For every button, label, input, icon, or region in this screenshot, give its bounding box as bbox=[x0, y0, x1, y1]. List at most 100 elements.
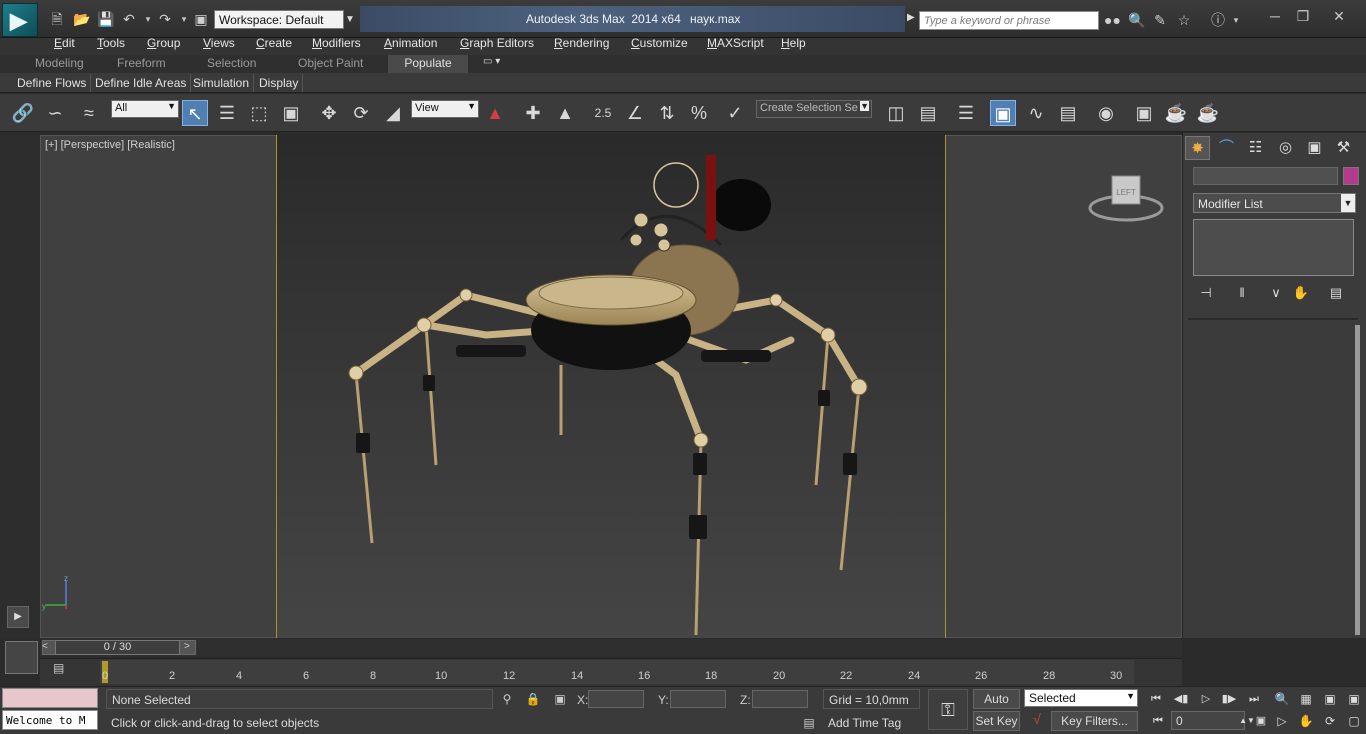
menu-views[interactable]: Views bbox=[203, 36, 235, 50]
select-by-name-icon[interactable]: ☰ bbox=[214, 100, 240, 126]
key-search-icon[interactable]: 🔍 bbox=[1128, 12, 1145, 28]
set-key-button[interactable]: Set Key bbox=[973, 711, 1020, 731]
ribbon-define-flows[interactable]: Define Flows bbox=[13, 74, 92, 92]
previous-key-icon[interactable]: ◀▮ bbox=[1170, 690, 1192, 708]
time-slider-thumb[interactable]: 0 / 30 bbox=[55, 640, 180, 655]
maxscript-mini-listener-input[interactable]: Welcome to M bbox=[2, 710, 98, 730]
select-and-manipulate-icon[interactable]: ✚ bbox=[520, 100, 546, 126]
maxscript-mini-listener-output[interactable] bbox=[2, 688, 98, 708]
close-icon[interactable]: ✕ bbox=[1326, 8, 1352, 26]
play-icon[interactable]: ▷ bbox=[1195, 690, 1217, 708]
display-tab-icon[interactable]: ▣ bbox=[1302, 136, 1327, 160]
z-coord-field[interactable] bbox=[752, 690, 808, 708]
angle-snap-icon[interactable]: ∠ bbox=[622, 100, 648, 126]
named-selection-dropdown[interactable]: Create Selection Se ▼ bbox=[756, 100, 872, 118]
rectangular-selection-icon[interactable]: ⬚ bbox=[246, 100, 272, 126]
tab-freeform[interactable]: Freeform bbox=[117, 56, 166, 73]
keyboard-shortcut-override-icon[interactable]: ▲ bbox=[552, 100, 578, 126]
modify-tab-icon[interactable]: ⌒ bbox=[1214, 136, 1239, 160]
schematic-view-icon[interactable]: ▤ bbox=[1055, 100, 1081, 126]
app-menu-button[interactable]: ▶ bbox=[2, 3, 38, 37]
snaps-toggle-icon[interactable]: 2.5 bbox=[590, 100, 616, 126]
chevron-down-icon[interactable]: ▼ bbox=[345, 10, 357, 29]
bind-to-space-warp-icon[interactable]: ≈ bbox=[76, 100, 102, 126]
next-frame-arrow-icon[interactable]: > bbox=[184, 641, 190, 652]
favorites-star-icon[interactable]: ☆ bbox=[1176, 12, 1192, 28]
search-expand-icon[interactable]: ▶ bbox=[907, 12, 915, 23]
tab-modeling[interactable]: Modeling bbox=[35, 56, 84, 73]
isolate-selection-icon[interactable]: ⚲ bbox=[498, 690, 516, 708]
menu-graph-editors[interactable]: Graph Editors bbox=[460, 36, 534, 50]
menu-modifiers[interactable]: Modifiers bbox=[312, 36, 361, 50]
go-to-start-icon[interactable]: ⏮ bbox=[1145, 690, 1167, 708]
zoom-extents-all-icon[interactable]: ▣ bbox=[1344, 690, 1364, 708]
auto-key-button[interactable]: Auto Key bbox=[973, 689, 1020, 724]
object-color-swatch[interactable] bbox=[1343, 167, 1359, 185]
maximize-viewport-icon[interactable]: ▢ bbox=[1344, 712, 1364, 730]
open-file-icon[interactable]: 📂 bbox=[73, 11, 90, 27]
ribbon-simulation[interactable]: Simulation bbox=[189, 74, 255, 92]
command-panel-scrollbar[interactable] bbox=[1355, 325, 1360, 635]
render-production-icon[interactable]: ☕ bbox=[1195, 100, 1221, 126]
motion-tab-icon[interactable]: ◎ bbox=[1273, 136, 1298, 160]
mirror-icon[interactable]: ◫ bbox=[883, 100, 909, 126]
trackbar-menu-icon[interactable]: ▤ bbox=[53, 661, 71, 679]
layer-explorer-icon[interactable]: ☰ bbox=[953, 100, 979, 126]
previous-frame-arrow-icon[interactable]: < bbox=[42, 641, 48, 652]
minimize-icon[interactable]: ─ bbox=[1262, 8, 1288, 26]
pin-stack-icon[interactable]: ⊣ bbox=[1196, 284, 1216, 302]
edit-named-selection-icon[interactable]: ✓ bbox=[722, 100, 748, 126]
spinner-snap-icon[interactable]: % bbox=[686, 100, 712, 126]
project-folder-icon[interactable]: ▣ bbox=[193, 11, 209, 27]
zoom-extents-icon[interactable]: ▣ bbox=[1320, 690, 1340, 708]
modifier-stack[interactable] bbox=[1193, 219, 1354, 276]
add-time-tag-icon[interactable]: ▤ bbox=[800, 714, 818, 732]
utilities-tab-icon[interactable]: ⚒ bbox=[1331, 136, 1356, 160]
search-input[interactable]: Type a keyword or phrase bbox=[919, 11, 1099, 30]
viewcube[interactable]: LEFT bbox=[1088, 170, 1164, 222]
key-mode-dropdown[interactable]: Selected ▼ bbox=[1024, 689, 1138, 707]
render-setup-icon[interactable]: ▣ bbox=[1131, 100, 1157, 126]
window-crossing-icon[interactable]: ▣ bbox=[278, 100, 304, 126]
pan-view-icon[interactable]: ✋ bbox=[1296, 712, 1316, 730]
menu-customize[interactable]: Customize bbox=[631, 36, 688, 50]
y-coord-field[interactable] bbox=[670, 690, 726, 708]
undo-dropdown-icon[interactable]: ▾ bbox=[140, 11, 156, 27]
ribbon-define-idle-areas[interactable]: Define Idle Areas bbox=[91, 74, 192, 92]
object-name-field[interactable] bbox=[1193, 167, 1338, 185]
field-of-view-icon[interactable]: ▷ bbox=[1272, 712, 1292, 730]
key-filters-button[interactable]: Key Filters... bbox=[1051, 711, 1138, 731]
selection-filter-dropdown[interactable]: All ▼ bbox=[111, 100, 179, 118]
set-keys-key-icon[interactable]: ⚿ bbox=[928, 689, 968, 730]
toggle-ribbon-icon[interactable]: ▣ bbox=[990, 100, 1016, 126]
redo-icon[interactable]: ↷ bbox=[157, 11, 173, 27]
configure-modifier-sets-icon[interactable]: ▤ bbox=[1326, 284, 1346, 302]
menu-edit[interactable]: Edit bbox=[54, 36, 75, 50]
select-and-rotate-icon[interactable]: ⟳ bbox=[348, 100, 374, 126]
hierarchy-tab-icon[interactable]: ☷ bbox=[1243, 136, 1268, 160]
ribbon-options-icon[interactable]: ▭ ▾ bbox=[483, 56, 500, 73]
tab-object-paint[interactable]: Object Paint bbox=[298, 56, 363, 73]
create-tab-icon[interactable]: ✸ bbox=[1185, 136, 1210, 160]
modifier-list-dropdown[interactable]: Modifier List ▼ bbox=[1193, 193, 1356, 213]
redo-dropdown-icon[interactable]: ▾ bbox=[176, 11, 192, 27]
show-end-result-icon[interactable]: ‖ bbox=[1232, 284, 1252, 302]
tab-populate[interactable]: Populate bbox=[388, 55, 468, 73]
mini-curve-editor-button[interactable] bbox=[5, 641, 38, 674]
go-to-end-icon[interactable]: ⏭ bbox=[1243, 690, 1265, 708]
viewport-label[interactable]: [+] [Perspective] [Realistic] bbox=[45, 139, 175, 151]
next-key-icon[interactable]: ▮▶ bbox=[1218, 690, 1240, 708]
make-unique-icon[interactable]: ∨ bbox=[1266, 284, 1286, 302]
reference-coord-dropdown[interactable]: View ▼ bbox=[411, 100, 479, 118]
help-icon[interactable]: ⓘ bbox=[1210, 12, 1226, 28]
material-editor-icon[interactable]: ◉ bbox=[1093, 100, 1119, 126]
orbit-icon[interactable]: ⟳ bbox=[1320, 712, 1340, 730]
curve-editor-icon[interactable]: ∿ bbox=[1023, 100, 1049, 126]
x-coord-field[interactable] bbox=[588, 690, 644, 708]
select-object-icon[interactable]: ↖ bbox=[182, 100, 208, 126]
save-file-icon[interactable]: 💾 bbox=[97, 11, 114, 27]
add-time-tag-button[interactable]: Add Time Tag bbox=[823, 713, 920, 733]
percent-snap-icon[interactable]: ⇅ bbox=[654, 100, 680, 126]
menu-create[interactable]: Create bbox=[256, 36, 292, 50]
binoculars-icon[interactable]: ●● bbox=[1104, 12, 1121, 28]
